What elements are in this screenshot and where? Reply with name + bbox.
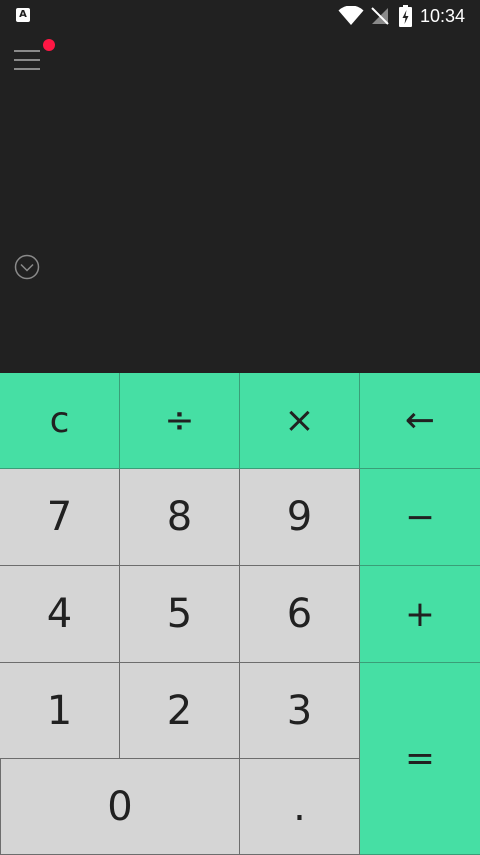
clear-button[interactable]: c (0, 373, 120, 469)
digit-9-button[interactable]: 9 (240, 469, 360, 566)
digit-2-button[interactable]: 2 (120, 663, 240, 759)
backspace-button[interactable]: ← (360, 373, 480, 469)
multiply-button[interactable]: × (240, 373, 360, 469)
no-signal-icon (371, 7, 389, 25)
status-clock: 10:34 (420, 6, 466, 26)
keypad: c ÷ × ← 7 8 9 − 4 5 6 + 1 2 3 = 0 . (0, 373, 480, 855)
digit-8-button[interactable]: 8 (120, 469, 240, 566)
chevron-down-circle-icon (14, 254, 40, 280)
minus-button[interactable]: − (360, 469, 480, 566)
digit-5-button[interactable]: 5 (120, 566, 240, 663)
status-bar: A 10:34 (0, 0, 480, 32)
battery-charging-icon (399, 5, 412, 27)
notification-dot (43, 39, 55, 51)
equals-button[interactable]: = (360, 663, 480, 855)
plus-button[interactable]: + (360, 566, 480, 663)
divide-button[interactable]: ÷ (120, 373, 240, 469)
digit-4-button[interactable]: 4 (0, 566, 120, 663)
menu-button[interactable] (14, 46, 42, 74)
decimal-point-button[interactable]: . (240, 759, 360, 855)
digit-6-button[interactable]: 6 (240, 566, 360, 663)
digit-1-button[interactable]: 1 (0, 663, 120, 759)
wifi-icon (338, 6, 364, 25)
digit-7-button[interactable]: 7 (0, 469, 120, 566)
calculator-screen: A 10:34 c ÷ × ← 7 8 9 − 4 5 6 + 1 2 3 = … (0, 0, 480, 855)
notification-app-icon: A (16, 8, 30, 22)
digit-0-button[interactable]: 0 (0, 759, 240, 855)
digit-3-button[interactable]: 3 (240, 663, 360, 759)
hamburger-menu-icon (14, 50, 40, 52)
expand-history-button[interactable] (14, 254, 40, 280)
